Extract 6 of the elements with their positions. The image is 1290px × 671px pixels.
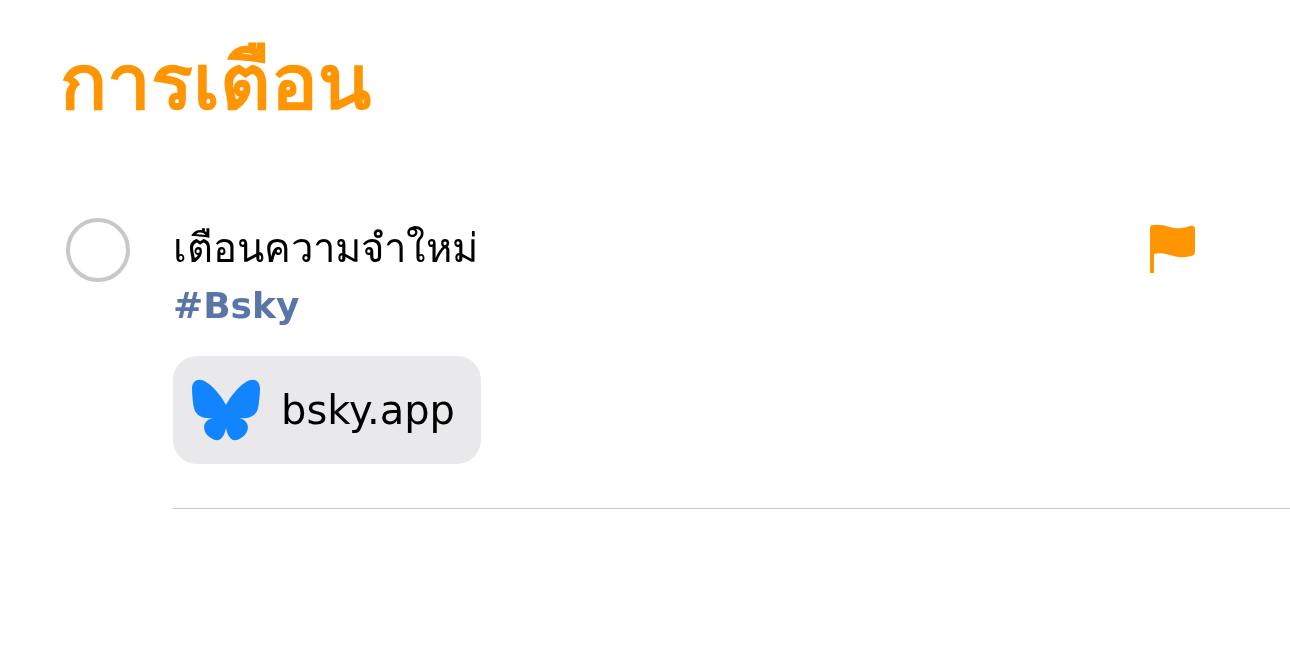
list-title: การเตือน (60, 38, 371, 128)
tag-link[interactable]: #Bsky (173, 282, 300, 330)
butterfly-icon (191, 378, 261, 442)
reminder-title[interactable]: เตือนความจำใหม่ (173, 216, 478, 280)
link-chip[interactable]: bsky.app (173, 356, 481, 464)
completion-checkbox[interactable] (66, 218, 130, 282)
